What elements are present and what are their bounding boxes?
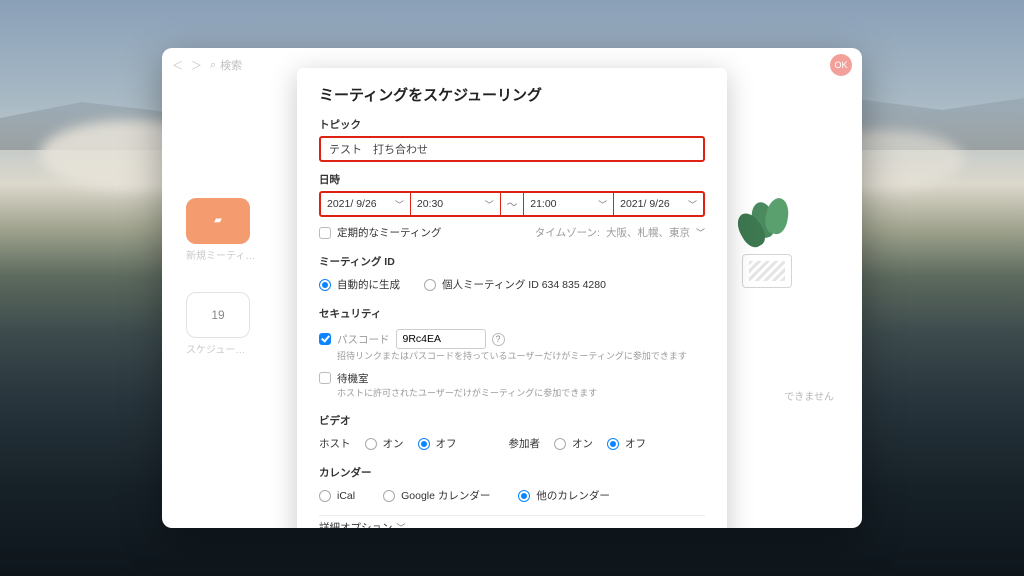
- video-label: ビデオ: [319, 413, 705, 428]
- topic-input[interactable]: [319, 136, 705, 162]
- waiting-room-checkbox[interactable]: [319, 372, 331, 384]
- passcode-checkbox[interactable]: [319, 333, 331, 345]
- nav-back-icon[interactable]: ＜: [172, 57, 183, 73]
- datetime-label: 日時: [319, 172, 705, 187]
- chevron-down-icon: ﹀: [696, 226, 705, 239]
- waiting-room-hint: ホストに許可されたユーザーだけがミーティングに参加できます: [337, 388, 705, 400]
- start-time-select[interactable]: 20:30 ﹀: [411, 193, 501, 215]
- tile-label: スケジュー…: [186, 344, 255, 358]
- search-placeholder: 検索: [220, 57, 242, 73]
- off-label: オフ: [436, 436, 457, 451]
- nav-forward-icon[interactable]: ＞: [191, 57, 202, 73]
- divider: [319, 515, 705, 516]
- new-meeting-tile[interactable]: ▰: [186, 198, 250, 244]
- participant-off-radio[interactable]: [607, 438, 619, 450]
- timezone-value: 大阪、札幌、東京: [606, 225, 690, 240]
- off-label: オフ: [625, 436, 646, 451]
- home-tiles: ▰ 新規ミーティ… 19 スケジュー…: [186, 198, 255, 358]
- cal-ical-label: iCal: [337, 490, 355, 502]
- host-on-radio[interactable]: [365, 438, 377, 450]
- advanced-label: 詳細オプション: [319, 520, 393, 528]
- schedule-meeting-dialog: ミーティングをスケジューリング トピック 日時 2021/ 9/26 ﹀ 20:…: [297, 68, 727, 528]
- tile-label: 新規ミーティ…: [186, 250, 255, 264]
- start-time-value: 20:30: [417, 198, 443, 210]
- cal-google-radio[interactable]: [383, 490, 395, 502]
- chevron-down-icon: ﹀: [397, 521, 406, 528]
- start-date-value: 2021/ 9/26: [327, 198, 377, 210]
- calendar-day: 19: [211, 307, 224, 324]
- video-icon: ▰: [214, 214, 222, 228]
- participant-on-radio[interactable]: [554, 438, 566, 450]
- search-icon: ⌕: [210, 59, 216, 72]
- passcode-hint: 招待リンクまたはパスコードを持っているユーザーだけがミーティングに参加できます: [337, 351, 705, 363]
- end-time-select[interactable]: 21:00 ﹀: [524, 193, 614, 215]
- start-date-select[interactable]: 2021/ 9/26 ﹀: [321, 193, 411, 215]
- range-separator: ～: [501, 193, 525, 215]
- on-label: オン: [572, 436, 593, 451]
- recurring-checkbox[interactable]: [319, 227, 331, 239]
- id-personal-label: 個人ミーティング ID 634 835 4280: [442, 277, 606, 292]
- host-off-radio[interactable]: [418, 438, 430, 450]
- datetime-row: 2021/ 9/26 ﹀ 20:30 ﹀ ～ 21:00 ﹀ 2021/ 9/2…: [319, 191, 705, 217]
- on-label: オン: [383, 436, 404, 451]
- chevron-down-icon: ﹀: [485, 198, 494, 211]
- waiting-room-label: 待機室: [337, 371, 369, 386]
- desktop-wallpaper: ＜ ＞ ⌕ 検索 OK ▰ 新規ミーティ… 19 スケジュー… できません: [0, 0, 1024, 576]
- advanced-options-toggle[interactable]: 詳細オプション ﹀: [319, 520, 705, 528]
- host-label: ホスト: [319, 436, 351, 451]
- passcode-label: パスコード: [337, 332, 390, 347]
- topic-label: トピック: [319, 117, 705, 132]
- chevron-down-icon: ﹀: [598, 198, 607, 211]
- calendar-label: カレンダー: [319, 465, 705, 480]
- help-icon[interactable]: ?: [492, 333, 505, 346]
- chevron-down-icon: ﹀: [688, 198, 697, 211]
- timezone-select[interactable]: タイムゾーン: 大阪、札幌、東京 ﹀: [535, 225, 705, 240]
- plant-illustration: [732, 198, 802, 288]
- end-time-value: 21:00: [530, 198, 556, 210]
- end-date-value: 2021/ 9/26: [620, 198, 670, 210]
- calendar-tile[interactable]: 19: [186, 292, 250, 338]
- id-personal-radio[interactable]: [424, 279, 436, 291]
- timezone-label: タイムゾーン:: [535, 225, 600, 240]
- cal-other-radio[interactable]: [518, 490, 530, 502]
- dialog-title: ミーティングをスケジューリング: [319, 84, 705, 105]
- app-window: ＜ ＞ ⌕ 検索 OK ▰ 新規ミーティ… 19 スケジュー… できません: [162, 48, 862, 528]
- cal-google-label: Google カレンダー: [401, 488, 490, 503]
- cal-ical-radio[interactable]: [319, 490, 331, 502]
- id-auto-radio[interactable]: [319, 279, 331, 291]
- avatar[interactable]: OK: [830, 54, 852, 76]
- participant-label: 参加者: [509, 436, 541, 451]
- security-label: セキュリティ: [319, 306, 705, 321]
- meeting-id-label: ミーティング ID: [319, 254, 705, 269]
- end-date-select[interactable]: 2021/ 9/26 ﹀: [614, 193, 703, 215]
- hint-text: できません: [784, 388, 834, 403]
- search-input[interactable]: ⌕ 検索: [210, 57, 242, 73]
- id-auto-label: 自動的に生成: [337, 277, 400, 292]
- cal-other-label: 他のカレンダー: [536, 488, 610, 503]
- chevron-down-icon: ﹀: [395, 198, 404, 211]
- passcode-input[interactable]: [396, 329, 486, 349]
- recurring-label: 定期的なミーティング: [337, 225, 441, 240]
